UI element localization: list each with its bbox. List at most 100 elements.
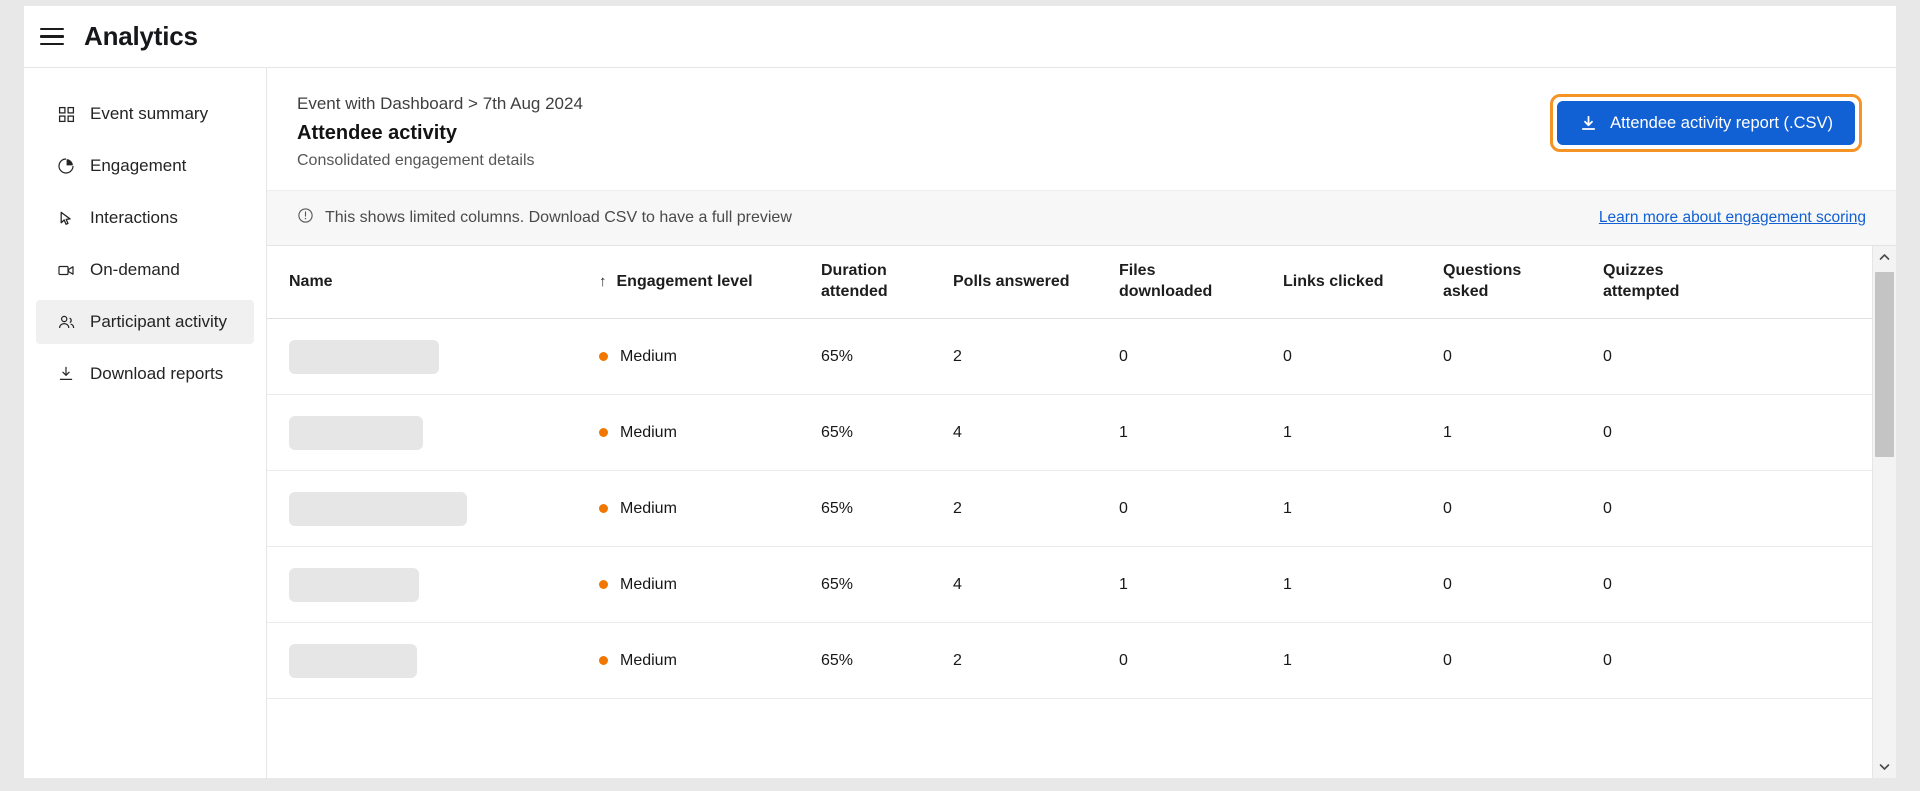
sidebar-item-download-reports[interactable]: Download reports [36,352,254,396]
cursor-icon [56,208,76,228]
cell-duration-attended: 65% [821,423,854,441]
column-header-questions-asked[interactable]: Questions asked [1437,261,1597,303]
cell-polls-answered: 2 [953,499,962,517]
redacted-name-placeholder [289,415,423,450]
table-row[interactable]: Medium 65% 2 0 1 0 0 [267,623,1872,699]
cell-questions-asked: 0 [1443,499,1452,517]
hamburger-menu-icon[interactable] [40,24,66,50]
cell-engagement-level: Medium [577,424,815,442]
page-title: Attendee activity [297,122,458,144]
sidebar-item-label: Interactions [90,208,178,227]
column-header-label-line2: downloaded [1119,283,1213,300]
sidebar-item-label: Event summary [90,104,209,123]
cell-links-clicked: 1 [1283,423,1292,441]
cell-questions-asked: 0 [1443,575,1452,593]
cell-files-downloaded: 1 [1119,423,1128,441]
scrollbar-thumb[interactable] [1875,272,1894,458]
download-button-label: Attendee activity report (.CSV) [1610,113,1833,132]
column-header-quizzes-attempted[interactable]: Quizzes attempted [1597,261,1757,303]
table-row[interactable]: Medium 65% 2 0 0 0 0 [267,319,1872,395]
redacted-name-placeholder [289,339,439,374]
column-header-label-line2: attended [821,283,888,300]
redacted-name-placeholder [289,567,419,602]
cell-links-clicked: 1 [1283,499,1292,517]
sort-ascending-icon[interactable]: ↑ [599,274,607,289]
sidebar-item-on-demand[interactable]: On-demand [36,248,254,292]
column-header-polls-answered[interactable]: Polls answered [947,272,1113,293]
cell-quizzes-attempted: 0 [1603,499,1612,517]
notice-left: This shows limited columns. Download CSV… [297,207,792,229]
column-header-name[interactable]: Name [267,272,577,293]
column-header-engagement-level[interactable]: ↑ Engagement level [577,272,815,293]
cell-links-clicked: 1 [1283,651,1292,669]
chevron-up-icon[interactable] [1873,246,1896,268]
table-body: Medium 65% 2 0 0 0 0 Medium 65% 4 1 1 1 0 Medium 65% 2 0 1… [267,319,1872,778]
cell-questions-asked: 1 [1443,423,1452,441]
engagement-status-dot [599,580,608,589]
chevron-down-icon[interactable] [1873,756,1896,778]
sidebar-item-engagement[interactable]: Engagement [36,144,254,188]
learn-more-engagement-scoring-link[interactable]: Learn more about engagement scoring [1599,209,1866,227]
column-header-files-downloaded[interactable]: Files downloaded [1113,261,1277,303]
sidebar-item-event-summary[interactable]: Event summary [36,92,254,136]
download-icon [1579,114,1598,133]
column-header-label-line1: Quizzes [1603,262,1664,280]
page-header: Event with Dashboard > 7th Aug 2024 Atte… [267,68,1896,190]
notice-text: This shows limited columns. Download CSV… [325,209,792,226]
cell-name [267,339,577,374]
cell-polls-answered: 2 [953,347,962,365]
cell-files-downloaded: 1 [1119,575,1128,593]
engagement-level-label: Medium [620,347,677,365]
download-icon [56,364,76,384]
cell-duration-attended: 65% [821,347,854,365]
video-icon [56,260,76,280]
pie-chart-icon [56,156,76,176]
sidebar-item-label: Engagement [90,156,187,175]
info-circle-icon [297,207,314,229]
redacted-name-placeholder [289,491,467,526]
cell-name [267,567,577,602]
top-bar: Analytics [24,6,1896,68]
sidebar-item-label: Participant activity [90,312,227,331]
main-content: Event with Dashboard > 7th Aug 2024 Atte… [267,68,1896,778]
sidebar-item-label: On-demand [90,260,180,279]
column-header-label-line1: Files [1119,262,1156,280]
column-header-duration-attended[interactable]: Duration attended [815,261,947,303]
column-header-links-clicked[interactable]: Links clicked [1277,272,1437,293]
scrollbar-track[interactable] [1873,268,1896,756]
attendee-activity-table: Name ↑ Engagement level Duration attende… [267,246,1896,778]
table-vertical-scrollbar[interactable] [1872,246,1896,778]
sidebar-item-interactions[interactable]: Interactions [36,196,254,240]
cell-links-clicked: 0 [1283,347,1292,365]
table-header-row: Name ↑ Engagement level Duration attende… [267,246,1872,319]
table-row[interactable]: Medium 65% 2 0 1 0 0 [267,471,1872,547]
cell-files-downloaded: 0 [1119,499,1128,517]
engagement-status-dot [599,428,608,437]
cell-quizzes-attempted: 0 [1603,575,1612,593]
column-header-label-line1: Duration [821,262,887,280]
cell-polls-answered: 4 [953,423,962,441]
cell-duration-attended: 65% [821,651,854,669]
cell-engagement-level: Medium [577,576,815,594]
redacted-name-placeholder [289,643,417,678]
table-row[interactable]: Medium 65% 4 1 1 0 0 [267,547,1872,623]
cell-files-downloaded: 0 [1119,347,1128,365]
cell-quizzes-attempted: 0 [1603,651,1612,669]
breadcrumb[interactable]: Event with Dashboard > 7th Aug 2024 [297,94,583,114]
cell-files-downloaded: 0 [1119,651,1128,669]
cell-quizzes-attempted: 0 [1603,347,1612,365]
grid-icon [56,104,76,124]
cell-links-clicked: 1 [1283,575,1292,593]
cell-polls-answered: 2 [953,651,962,669]
table-row[interactable]: Medium 65% 4 1 1 1 0 [267,395,1872,471]
page-subtitle: Consolidated engagement details [297,152,535,169]
limited-columns-notice: This shows limited columns. Download CSV… [267,190,1896,246]
cell-name [267,415,577,450]
engagement-level-label: Medium [620,575,677,593]
sidebar-item-participant-activity[interactable]: Participant activity [36,300,254,344]
column-header-label-line1: Questions [1443,262,1522,280]
engagement-level-label: Medium [620,499,677,517]
attendee-activity-report-csv-button[interactable]: Attendee activity report (.CSV) [1557,101,1855,145]
engagement-status-dot [599,352,608,361]
page-header-text: Event with Dashboard > 7th Aug 2024 Atte… [297,94,583,170]
